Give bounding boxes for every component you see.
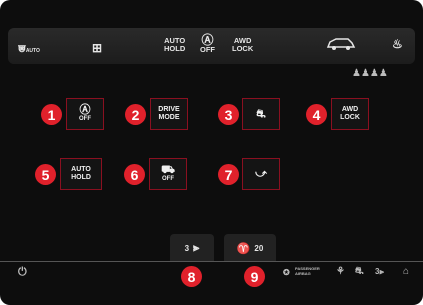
seat-icon: ⤻ <box>255 167 267 180</box>
rear-defrost-icon: ⊞ <box>92 41 103 55</box>
lane-assist-tile[interactable]: ⛐ <box>242 98 280 130</box>
hill-descent-icon: ⛟ <box>161 164 175 176</box>
seat-comfort-tile[interactable]: ⤻ <box>242 158 280 190</box>
lock-icon: ⌂ <box>403 266 410 277</box>
seat-heat-icon[interactable]: ♨ <box>392 38 403 50</box>
callout-7: 7 <box>218 164 239 185</box>
callout-3: 3 <box>218 104 239 125</box>
passenger-airbag-status: PASSENGER AIRBAG <box>295 266 320 276</box>
airbag-icon: ✪ <box>283 268 290 277</box>
fog-light-icon: ⚘ <box>336 266 345 277</box>
callout-6: 6 <box>124 164 145 185</box>
mirror-icon: ♈ <box>236 242 251 255</box>
vehicle-button[interactable] <box>326 37 356 56</box>
lane-warning-icon: ⛐ <box>256 107 266 120</box>
callout-5: 5 <box>35 164 56 185</box>
mirror-tab[interactable]: ♈ 20 <box>224 234 276 262</box>
headlight-level-status: 3⫸ <box>375 267 384 276</box>
front-defrost-auto-button[interactable]: ⩐AUTO <box>18 39 40 57</box>
traction-off-tile[interactable]: Ⓐ OFF <box>66 98 104 130</box>
callout-4: 4 <box>306 104 327 125</box>
traction-off-button[interactable]: Ⓐ OFF <box>200 34 215 54</box>
hill-descent-off-tile[interactable]: ⛟ OFF <box>149 158 187 190</box>
headlight-level-tab[interactable]: 3 ⫸ <box>170 234 214 262</box>
lane-status-icon: ⛐ <box>355 266 364 277</box>
infotainment-screen: ⩐AUTO ⊞ AUTO HOLD Ⓐ OFF AWD LOCK ♨ ♟♟♟♟ … <box>0 0 423 305</box>
auto-hold-button[interactable]: AUTO HOLD <box>164 37 185 53</box>
top-quick-bar: ⩐AUTO ⊞ AUTO HOLD Ⓐ OFF AWD LOCK ♨ <box>8 28 415 64</box>
rear-defrost-button[interactable]: ⊞ <box>92 39 102 57</box>
headlight-icon: ⫸ <box>379 267 384 276</box>
awd-lock-button[interactable]: AWD LOCK <box>232 37 253 53</box>
seatbelt-status-icons: ♟♟♟♟ <box>352 68 388 79</box>
callout-1: 1 <box>41 104 62 125</box>
power-icon[interactable]: ⏻ <box>18 266 27 279</box>
awd-lock-tile[interactable]: AWD LOCK <box>331 98 369 130</box>
callout-2: 2 <box>125 104 146 125</box>
callout-9: 9 <box>244 266 265 287</box>
traction-icon: Ⓐ <box>79 104 91 116</box>
headlight-icon: ⫸ <box>193 241 200 254</box>
drive-mode-tile[interactable]: DRIVE MODE <box>150 98 188 130</box>
auto-hold-tile[interactable]: AUTO HOLD <box>60 158 102 190</box>
defrost-icon: ⩐ <box>18 41 26 55</box>
car-icon <box>326 38 356 50</box>
bottom-divider <box>0 261 423 262</box>
callout-8: 8 <box>181 266 202 287</box>
